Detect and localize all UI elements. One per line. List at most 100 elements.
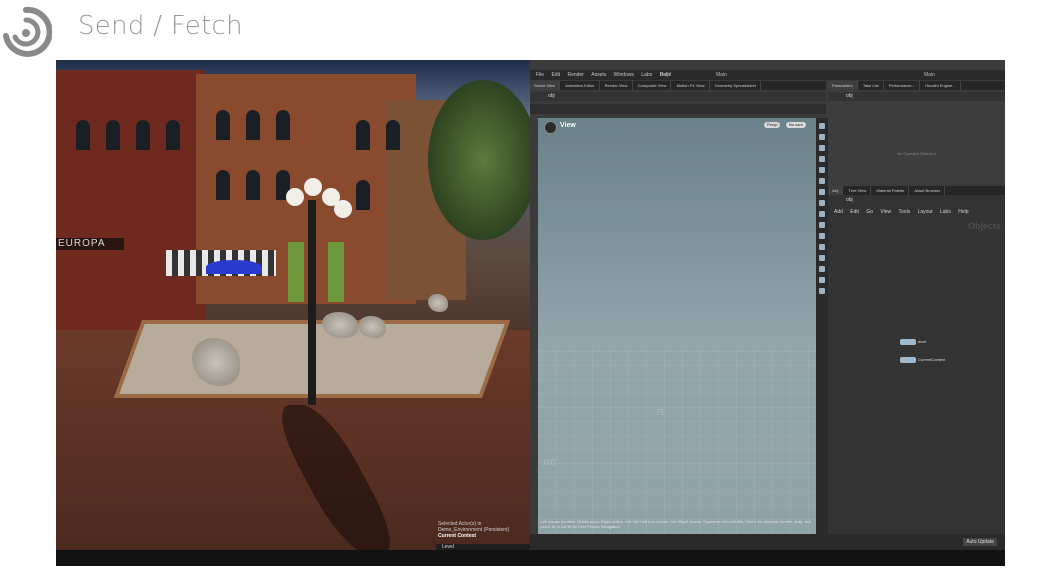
- path-text: obj: [548, 93, 555, 99]
- node-label: level: [918, 339, 927, 345]
- viewer-path-bar[interactable]: obj: [530, 92, 826, 101]
- level-row[interactable]: Level: [436, 544, 530, 550]
- screen-capture: EUROPA Selected Actor(s) in Demo_Environ…: [56, 60, 1005, 566]
- tab-motion-fx-view[interactable]: Motion FX View: [673, 81, 710, 90]
- menu-render[interactable]: Render: [567, 72, 583, 78]
- menu-edit[interactable]: Edit: [551, 72, 560, 78]
- menu-labs[interactable]: Labs: [641, 72, 652, 78]
- grid-label: 75: [656, 408, 665, 417]
- net-menu-tools[interactable]: Tools: [899, 209, 911, 215]
- normals-icon[interactable]: [819, 255, 825, 261]
- window: [356, 180, 370, 210]
- tab-performance[interactable]: Performance...: [885, 81, 920, 90]
- window: [106, 120, 120, 150]
- net-menu-go[interactable]: Go: [866, 209, 873, 215]
- tab-tree-view[interactable]: Tree View: [845, 186, 872, 195]
- current-context-label: Current Context: [438, 533, 477, 539]
- page-header: Send / Fetch: [0, 0, 1040, 58]
- umbrella: [206, 260, 262, 274]
- viewer-tab-row: Scene View Animation Editor Render View …: [530, 81, 826, 90]
- lamp-globe: [334, 200, 352, 218]
- window: [136, 120, 150, 150]
- main-desktop-select[interactable]: Main: [924, 70, 935, 80]
- tab-scene-view[interactable]: Scene View: [530, 81, 561, 90]
- level-label: Level: [442, 544, 454, 550]
- cube-icon[interactable]: [819, 277, 825, 283]
- window: [76, 120, 90, 150]
- build-desktop-select[interactable]: Build: [660, 70, 671, 80]
- grid-icon[interactable]: [819, 200, 825, 206]
- tab-material-palette[interactable]: Material Palette: [873, 186, 910, 195]
- tab-animation-editor[interactable]: Animation Editor: [561, 81, 600, 90]
- ground-grid: [538, 348, 816, 534]
- param-tab-row: Parameters Take List Performance... Houd…: [828, 81, 1005, 90]
- houdini-scene-viewport[interactable]: View Persp No cam 100 75: [538, 118, 816, 534]
- spiral-logo-icon: [3, 6, 52, 57]
- banner: [288, 242, 304, 302]
- tab-take-list[interactable]: Take List: [859, 81, 884, 90]
- node-label: CurrentContent: [918, 357, 946, 363]
- window: [166, 120, 180, 150]
- banner: [328, 242, 344, 302]
- camera-icon[interactable]: [819, 211, 825, 217]
- path-text: obj: [846, 93, 853, 99]
- info-icon[interactable]: [819, 288, 825, 294]
- window: [246, 110, 260, 140]
- tab-parameters[interactable]: Parameters: [828, 81, 858, 90]
- view-camera-icon[interactable]: [544, 121, 557, 134]
- light-icon[interactable]: [819, 156, 825, 162]
- tab-geometry-spreadsheet[interactable]: Geometry Spreadsheet: [711, 81, 761, 90]
- tab-composite-view[interactable]: Composite View: [634, 81, 672, 90]
- net-menu-labs[interactable]: Labs: [940, 209, 951, 215]
- tab-asset-browser[interactable]: Asset Browser: [910, 186, 946, 195]
- menu-file[interactable]: File: [536, 72, 544, 78]
- persp-menu[interactable]: Persp: [764, 122, 781, 128]
- tab-render-view[interactable]: Render View: [601, 81, 633, 90]
- menu-assets[interactable]: Assets: [591, 72, 606, 78]
- window: [216, 110, 230, 140]
- ghost-icon[interactable]: [819, 233, 825, 239]
- network-path-bar[interactable]: obj: [828, 196, 1005, 205]
- wireframe-icon[interactable]: [819, 178, 825, 184]
- menu-windows[interactable]: Windows: [614, 72, 634, 78]
- net-menu-add[interactable]: Add: [834, 209, 843, 215]
- network-editor[interactable]: obj Add Edit Go View Tools Layout Labs H…: [828, 195, 1005, 534]
- shading-icon[interactable]: [819, 189, 825, 195]
- grid-label: 100: [542, 458, 556, 467]
- viewer-toolbar[interactable]: [530, 104, 826, 114]
- lock-icon[interactable]: [819, 134, 825, 140]
- lamp-post: [308, 200, 316, 405]
- auto-update-button[interactable]: Auto Update: [963, 538, 997, 546]
- main-shelf-select[interactable]: Main: [716, 70, 727, 80]
- node-body: [900, 356, 916, 363]
- no-operator-message: No Operator Selected: [897, 151, 936, 156]
- display-icon[interactable]: [819, 167, 825, 173]
- houdini-status-bar: Auto Update: [530, 534, 1005, 550]
- net-menu-view[interactable]: View: [880, 209, 891, 215]
- snap-icon[interactable]: [819, 145, 825, 151]
- houdini-window: File Edit Render Assets Windows Labs Hel…: [530, 60, 1005, 550]
- viewport-title: View: [560, 122, 576, 129]
- node-level[interactable]: level: [900, 333, 926, 345]
- network-context-label: Objects: [967, 221, 1001, 231]
- page-title: Send / Fetch: [78, 11, 243, 41]
- tab-obj-network[interactable]: /obj: [828, 186, 844, 195]
- node-current-content[interactable]: CurrentContent: [900, 351, 945, 363]
- net-menu-edit[interactable]: Edit: [850, 209, 859, 215]
- param-path-bar[interactable]: obj: [828, 92, 1005, 101]
- net-menu-help[interactable]: Help: [958, 209, 968, 215]
- visibility-icon[interactable]: [819, 222, 825, 228]
- lamp-globe: [304, 178, 322, 196]
- unreal-viewport[interactable]: EUROPA Selected Actor(s) in Demo_Environ…: [56, 60, 530, 550]
- rock: [428, 294, 448, 312]
- tab-houdini-engine[interactable]: Houdini Engine...: [921, 81, 961, 90]
- points-icon[interactable]: [819, 244, 825, 250]
- select-tool-icon[interactable]: [819, 123, 825, 129]
- path-text: obj: [846, 197, 853, 203]
- window: [276, 110, 290, 140]
- net-menu-layout[interactable]: Layout: [918, 209, 933, 215]
- camera-menu[interactable]: No cam: [786, 122, 806, 128]
- building-left: [56, 70, 206, 330]
- node-body: [900, 338, 916, 345]
- template-icon[interactable]: [819, 266, 825, 272]
